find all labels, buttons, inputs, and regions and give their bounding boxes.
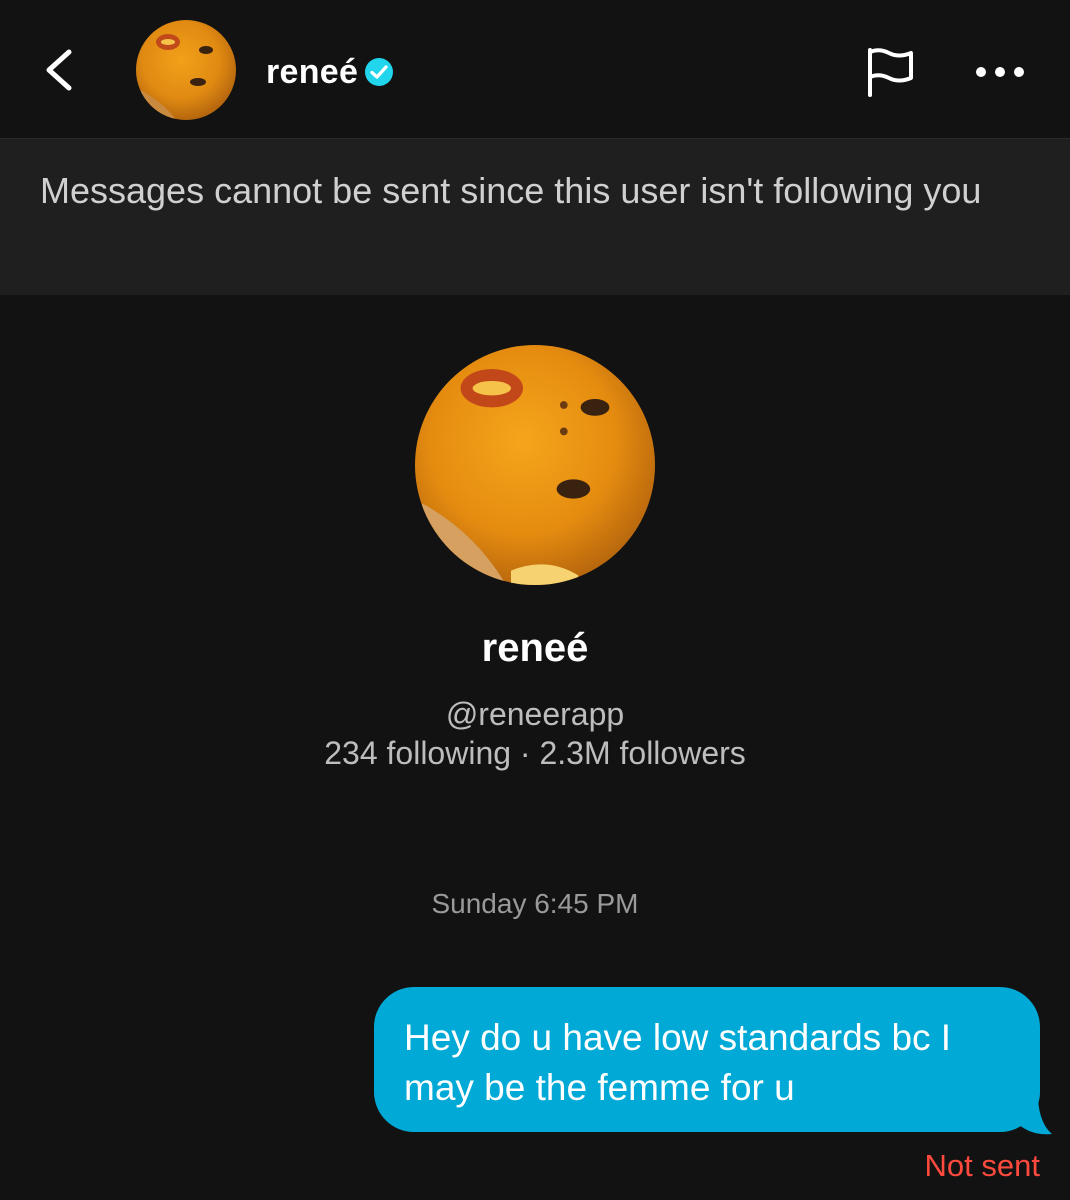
avatar-photo [415,345,655,585]
banner-text: Messages cannot be sent since this user … [40,170,982,211]
header-username: reneé [266,52,359,91]
message-status: Not sent [924,1148,1040,1183]
back-button[interactable] [30,40,86,100]
more-options-button[interactable] [970,48,1030,96]
profile-name: reneé [481,626,589,670]
chevron-left-icon [46,49,72,91]
cannot-message-banner: Messages cannot be sent since this user … [0,139,1070,295]
profile-stats: 234 following · 2.3M followers [324,735,746,771]
chat-header: reneé [0,0,1070,139]
avatar-photo [136,20,236,120]
header-avatar[interactable] [136,20,236,120]
more-horizontal-icon [976,67,1024,77]
profile-handle: @reneerapp [445,696,625,732]
flag-icon [868,48,913,97]
verified-badge-icon [365,58,394,86]
sent-message-bubble[interactable]: Hey do u have low standards bc I may be … [374,987,1040,1132]
profile-avatar[interactable] [415,345,655,585]
header-title[interactable]: reneé [266,48,394,96]
bubble-tail [1018,1100,1052,1135]
message-timestamp: Sunday 6:45 PM [431,888,639,919]
report-button[interactable] [860,44,920,100]
